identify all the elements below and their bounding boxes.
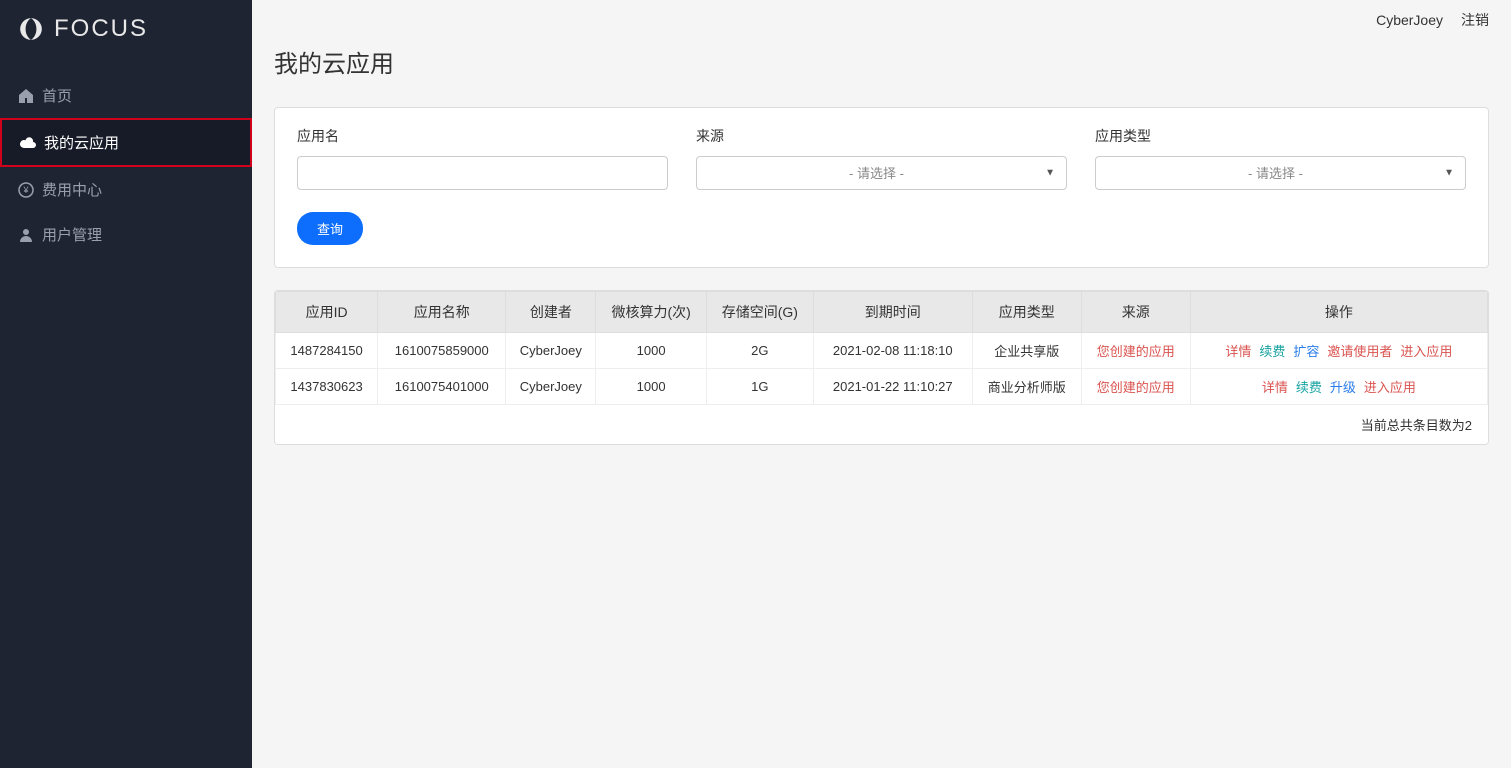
username[interactable]: CyberJoey <box>1376 12 1443 28</box>
filter-source: 来源 - 请选择 - ▼ <box>696 126 1067 190</box>
filter-apptype-label: 应用类型 <box>1095 126 1466 146</box>
table-cell: 2G <box>706 333 813 369</box>
table-cell-actions: 详情续费扩容邀请使用者进入应用 <box>1190 333 1487 369</box>
table-header: 来源 <box>1081 292 1190 333</box>
action-link[interactable]: 进入应用 <box>1364 380 1416 395</box>
table-header: 操作 <box>1190 292 1487 333</box>
table-row: 14872841501610075859000CyberJoey10002G20… <box>276 333 1488 369</box>
table-header: 微核算力(次) <box>596 292 707 333</box>
action-link[interactable]: 进入应用 <box>1400 344 1452 359</box>
sidebar-item-label: 我的云应用 <box>44 132 119 153</box>
action-link[interactable]: 续费 <box>1296 380 1322 395</box>
sidebar-nav: 首页 我的云应用 ¥ 费用中心 用户管理 <box>0 63 252 257</box>
table-cell: 1G <box>706 369 813 405</box>
filter-apptype: 应用类型 - 请选择 - ▼ <box>1095 126 1466 190</box>
action-link[interactable]: 邀请使用者 <box>1327 344 1392 359</box>
table-row: 14378306231610075401000CyberJoey10001G20… <box>276 369 1488 405</box>
table-cell: 1610075401000 <box>378 369 506 405</box>
action-link[interactable]: 详情 <box>1225 344 1251 359</box>
table-cell: 1000 <box>596 369 707 405</box>
filter-source-label: 来源 <box>696 126 1067 146</box>
apptype-select[interactable]: - 请选择 - <box>1095 156 1466 190</box>
sidebar-item-cloud-apps[interactable]: 我的云应用 <box>0 118 252 167</box>
action-link[interactable]: 详情 <box>1262 380 1288 395</box>
table-cell: CyberJoey <box>506 333 596 369</box>
action-link[interactable]: 扩容 <box>1293 344 1319 359</box>
table-header: 到期时间 <box>813 292 972 333</box>
sidebar: FOCUS 首页 我的云应用 ¥ 费用中心 <box>0 0 252 768</box>
brand-logo-icon <box>18 16 44 42</box>
sidebar-item-label: 首页 <box>42 85 72 106</box>
table-cell-source: 您创建的应用 <box>1081 369 1190 405</box>
topbar: CyberJoey 注销 <box>252 0 1511 30</box>
sidebar-item-billing[interactable]: ¥ 费用中心 <box>0 167 252 212</box>
table-cell: 企业共享版 <box>972 333 1081 369</box>
table-header: 存储空间(G) <box>706 292 813 333</box>
filter-appname: 应用名 <box>297 126 668 190</box>
logout-link[interactable]: 注销 <box>1461 10 1489 30</box>
page-title: 我的云应用 <box>274 44 1489 79</box>
sidebar-item-users[interactable]: 用户管理 <box>0 212 252 257</box>
table-cell: 商业分析师版 <box>972 369 1081 405</box>
apps-table: 应用ID应用名称创建者微核算力(次)存储空间(G)到期时间应用类型来源操作 14… <box>275 291 1488 405</box>
filter-appname-label: 应用名 <box>297 126 668 146</box>
filter-panel: 应用名 来源 - 请选择 - ▼ 应用类型 <box>274 107 1489 268</box>
table-header: 应用名称 <box>378 292 506 333</box>
user-icon <box>18 227 34 243</box>
query-button[interactable]: 查询 <box>297 212 363 245</box>
table-cell: 1000 <box>596 333 707 369</box>
brand: FOCUS <box>0 0 252 63</box>
svg-text:¥: ¥ <box>22 185 29 195</box>
appname-input[interactable] <box>297 156 668 190</box>
table-cell: 2021-02-08 11:18:10 <box>813 333 972 369</box>
brand-name: FOCUS <box>54 15 148 43</box>
table-cell: 1437830623 <box>276 369 378 405</box>
table-cell-source: 您创建的应用 <box>1081 333 1190 369</box>
table-header: 创建者 <box>506 292 596 333</box>
sidebar-item-home[interactable]: 首页 <box>0 73 252 118</box>
table-cell: 1487284150 <box>276 333 378 369</box>
table-footer: 当前总共条目数为2 <box>275 405 1488 444</box>
table-header: 应用类型 <box>972 292 1081 333</box>
table-panel: 应用ID应用名称创建者微核算力(次)存储空间(G)到期时间应用类型来源操作 14… <box>274 290 1489 445</box>
main: CyberJoey 注销 我的云应用 应用名 来源 - 请选择 - <box>252 0 1511 768</box>
sidebar-item-label: 费用中心 <box>42 179 102 200</box>
sidebar-item-label: 用户管理 <box>42 224 102 245</box>
action-link[interactable]: 升级 <box>1330 380 1356 395</box>
source-select[interactable]: - 请选择 - <box>696 156 1067 190</box>
table-cell: 2021-01-22 11:10:27 <box>813 369 972 405</box>
action-link[interactable]: 续费 <box>1259 344 1285 359</box>
yen-icon: ¥ <box>18 182 34 198</box>
table-header: 应用ID <box>276 292 378 333</box>
table-cell-actions: 详情续费升级进入应用 <box>1190 369 1487 405</box>
cloud-icon <box>20 135 36 151</box>
home-icon <box>18 88 34 104</box>
table-cell: 1610075859000 <box>378 333 506 369</box>
table-cell: CyberJoey <box>506 369 596 405</box>
